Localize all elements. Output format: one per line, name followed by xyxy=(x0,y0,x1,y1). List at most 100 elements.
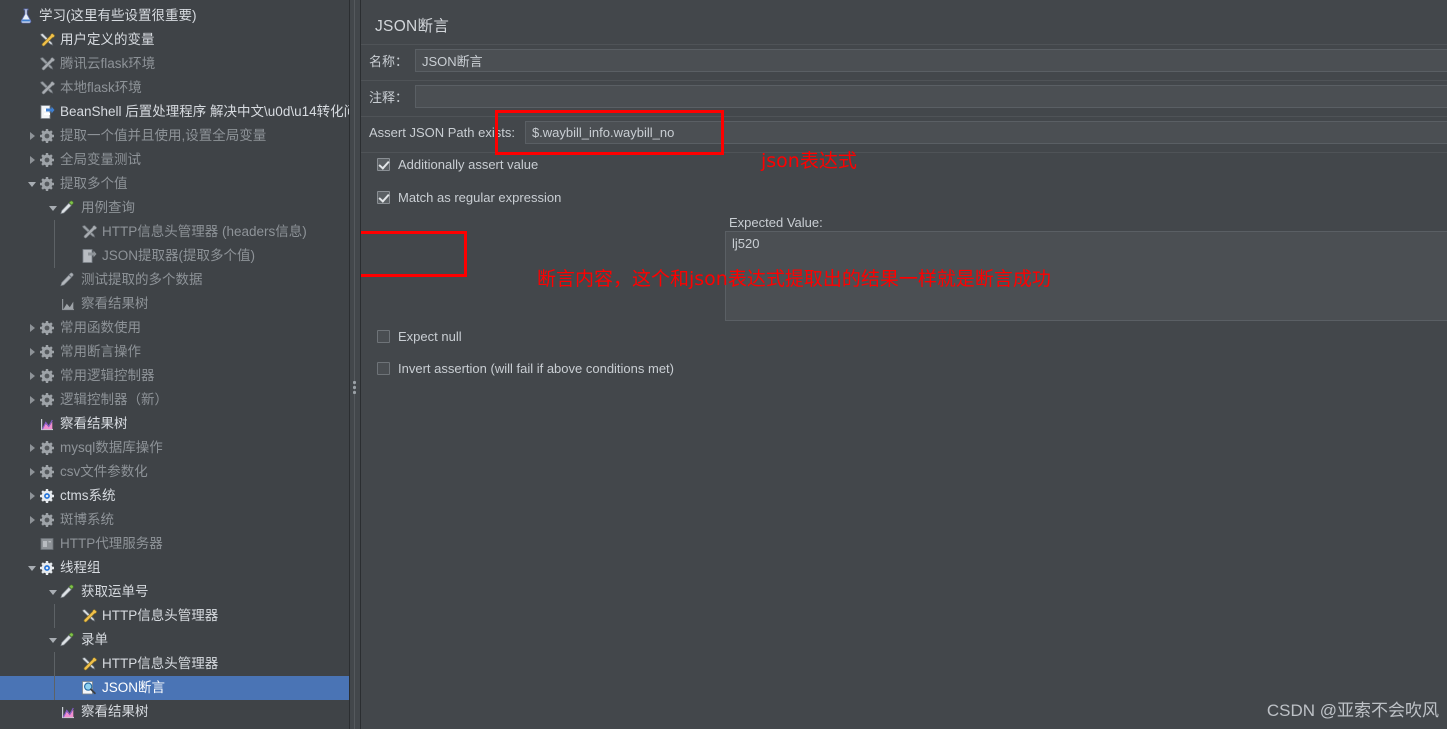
postprocessor-gray-icon xyxy=(81,248,97,264)
tree-connector-line xyxy=(54,244,55,268)
splitter-grip[interactable] xyxy=(353,381,357,397)
tree-item[interactable]: 逻辑控制器（新） xyxy=(0,388,349,412)
chevron-down-icon[interactable] xyxy=(46,580,60,604)
comment-input[interactable] xyxy=(415,85,1447,108)
wrench-screwdriver-gray-icon xyxy=(81,224,97,240)
tree-item[interactable]: 用例查询 xyxy=(0,196,349,220)
panel-splitter[interactable] xyxy=(350,0,361,729)
gear-gray-icon xyxy=(39,440,55,456)
tree-item[interactable]: 察看结果树 xyxy=(0,292,349,316)
jmeter-window: 学习(这里有些设置很重要) 用户定义的变量 腾讯云flask环境 本地flask环境 B… xyxy=(0,0,1447,729)
chevron-right-icon[interactable] xyxy=(25,460,39,484)
tree-toggle-empty xyxy=(46,268,60,292)
tree-item[interactable]: HTTP信息头管理器 (headers信息) xyxy=(0,220,349,244)
tree-item-label: HTTP信息头管理器 xyxy=(102,608,219,623)
chevron-right-icon[interactable] xyxy=(25,388,39,412)
tree-item[interactable]: 察看结果树 xyxy=(0,700,349,724)
tree-item-label: HTTP信息头管理器 xyxy=(102,656,219,671)
tree-item-label: 常用逻辑控制器 xyxy=(60,368,155,383)
gear-gray-icon xyxy=(39,392,55,408)
tree-item[interactable]: 全局变量测试 xyxy=(0,148,349,172)
match-regex-checkbox[interactable] xyxy=(377,191,390,204)
tree-item-label: BeanShell 后置处理程序 解决中文\u0d\u14转化问题 xyxy=(60,104,350,119)
tree-item[interactable]: 线程组 xyxy=(0,556,349,580)
tree-item[interactable]: 获取运单号 xyxy=(0,580,349,604)
tree-item[interactable]: 常用断言操作 xyxy=(0,340,349,364)
tree-item-label: ctms系统 xyxy=(60,488,116,503)
expect-null-checkbox-row[interactable]: Expect null xyxy=(377,329,462,344)
wrench-screwdriver-gray-icon xyxy=(39,56,55,72)
chevron-right-icon[interactable] xyxy=(25,364,39,388)
tree-item-label: 提取多个值 xyxy=(60,176,128,191)
json-assertion-editor: JSON断言 名称： 注释： Assert JSON Path exists: … xyxy=(361,0,1447,729)
chevron-down-icon[interactable] xyxy=(46,196,60,220)
tree-item[interactable]: 察看结果树 xyxy=(0,412,349,436)
chevron-right-icon[interactable] xyxy=(25,508,39,532)
tree-item[interactable]: HTTP信息头管理器 xyxy=(0,604,349,628)
chevron-down-icon[interactable] xyxy=(46,628,60,652)
additionally-assert-value-checkbox[interactable] xyxy=(377,158,390,171)
invert-assertion-checkbox-row[interactable]: Invert assertion (will fail if above con… xyxy=(377,361,674,376)
tree-toggle-empty xyxy=(67,676,81,700)
page-title: JSON断言 xyxy=(375,18,450,35)
tree-item[interactable]: mysql数据库操作 xyxy=(0,436,349,460)
tree-item[interactable]: 提取一个值并且使用,设置全局变量 xyxy=(0,124,349,148)
listener-gray-icon xyxy=(60,296,76,312)
tree-item[interactable]: 提取多个值 xyxy=(0,172,349,196)
tree-item-label: 学习(这里有些设置很重要) xyxy=(39,8,197,23)
chevron-right-icon[interactable] xyxy=(25,484,39,508)
tree-item[interactable]: 腾讯云flask环境 xyxy=(0,52,349,76)
tree-item[interactable]: HTTP信息头管理器 xyxy=(0,652,349,676)
tree-item[interactable]: 常用逻辑控制器 xyxy=(0,364,349,388)
tree-item[interactable]: BeanShell 后置处理程序 解决中文\u0d\u14转化问题 xyxy=(0,100,349,124)
tree-item[interactable]: HTTP代理服务器 xyxy=(0,532,349,556)
tree-item[interactable]: 录单 xyxy=(0,628,349,652)
test-plan-tree[interactable]: 学习(这里有些设置很重要) 用户定义的变量 腾讯云flask环境 本地flask环境 B… xyxy=(0,0,350,729)
tree-item-label: 常用函数使用 xyxy=(60,320,141,335)
tree-item-label: 录单 xyxy=(81,632,108,647)
additionally-assert-value-label: Additionally assert value xyxy=(398,157,539,172)
expected-value-annotation: 断言内容，这个和json表达式提取出的结果一样就是断言成功 xyxy=(537,268,1051,290)
tree-item[interactable]: 本地flask环境 xyxy=(0,76,349,100)
tree-toggle-empty xyxy=(25,532,39,556)
json-path-input[interactable] xyxy=(524,121,1447,144)
tree-connector-line xyxy=(54,676,55,700)
tree-item[interactable]: 常用函数使用 xyxy=(0,316,349,340)
chevron-right-icon[interactable] xyxy=(25,124,39,148)
invert-assertion-checkbox[interactable] xyxy=(377,362,390,375)
tree-connector-line xyxy=(54,652,55,676)
additionally-assert-value-checkbox-row[interactable]: Additionally assert value xyxy=(377,157,538,172)
csdn-watermark: CSDN @亚索不会吹风 xyxy=(1266,701,1439,720)
tree-item[interactable]: 用户定义的变量 xyxy=(0,28,349,52)
tree-item[interactable]: 测试提取的多个数据 xyxy=(0,268,349,292)
tree-item[interactable]: 斑博系统 xyxy=(0,508,349,532)
tree-item[interactable]: JSON提取器(提取多个值) xyxy=(0,244,349,268)
chevron-right-icon[interactable] xyxy=(25,436,39,460)
match-regex-checkbox-row[interactable]: Match as regular expression xyxy=(377,190,561,205)
assertion-magnifier-icon xyxy=(81,680,97,696)
tree-item[interactable]: 学习(这里有些设置很重要) xyxy=(0,4,349,28)
tree-item[interactable]: JSON断言 xyxy=(0,676,349,700)
tree-item-label: mysql数据库操作 xyxy=(60,440,163,455)
gear-gray-icon xyxy=(39,152,55,168)
chevron-right-icon[interactable] xyxy=(25,340,39,364)
name-input[interactable] xyxy=(415,49,1447,72)
tree-item[interactable]: csv文件参数化 xyxy=(0,460,349,484)
tree-item[interactable]: ctms系统 xyxy=(0,484,349,508)
title-divider xyxy=(361,44,1447,45)
invert-assertion-label: Invert assertion (will fail if above con… xyxy=(398,361,675,376)
tree-item-label: JSON断言 xyxy=(102,680,166,695)
expect-null-checkbox[interactable] xyxy=(377,330,390,343)
chevron-right-icon[interactable] xyxy=(25,148,39,172)
chevron-down-icon[interactable] xyxy=(25,556,39,580)
tree-item-label: HTTP代理服务器 xyxy=(60,536,163,551)
chevron-right-icon[interactable] xyxy=(25,316,39,340)
chevron-down-icon[interactable] xyxy=(25,172,39,196)
expected-value-highlight-box xyxy=(361,231,467,277)
